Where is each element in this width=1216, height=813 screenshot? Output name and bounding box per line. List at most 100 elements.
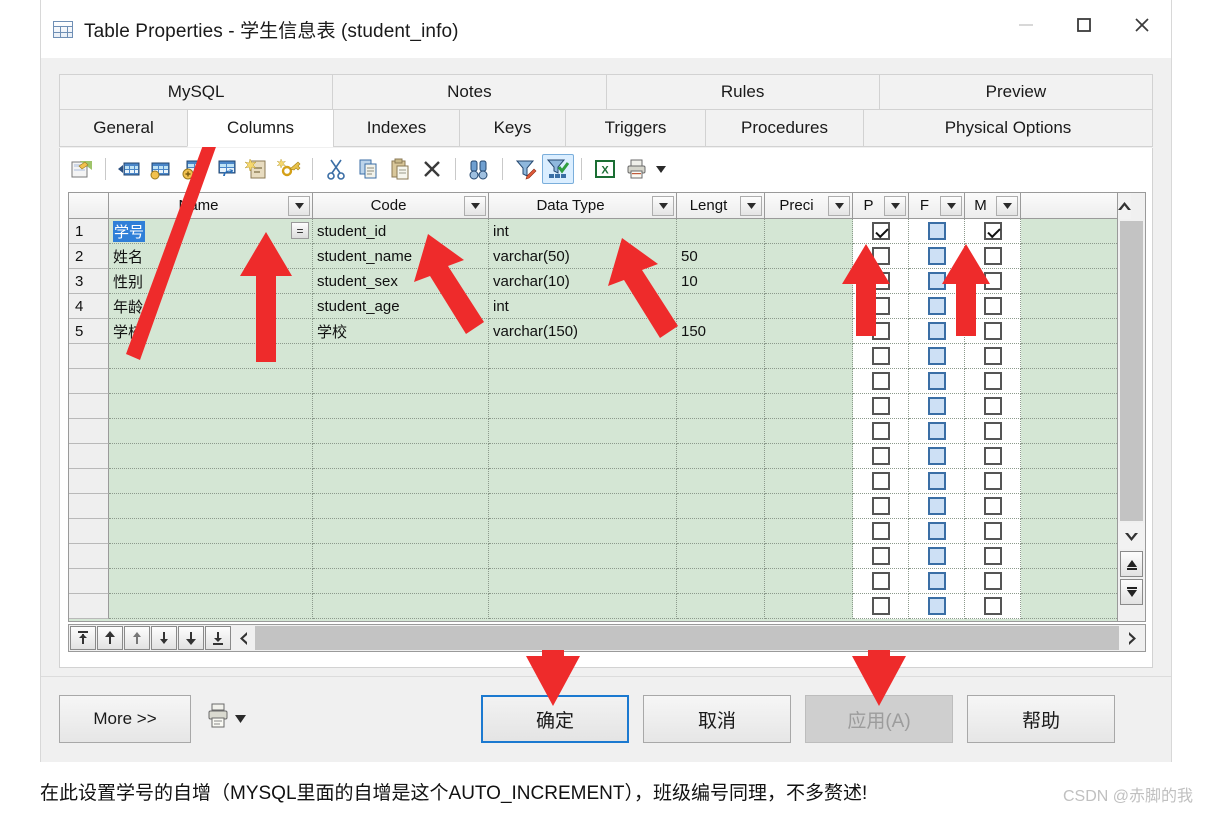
- cell-foreign[interactable]: [909, 519, 965, 544]
- cell-precision[interactable]: [765, 269, 853, 294]
- checkbox[interactable]: [983, 247, 1002, 265]
- cell-mandatory[interactable]: [965, 444, 1021, 469]
- checkbox-disabled[interactable]: [927, 297, 946, 315]
- cell-foreign[interactable]: [909, 294, 965, 319]
- tab-rules[interactable]: Rules: [605, 74, 879, 110]
- cell-foreign[interactable]: [909, 269, 965, 294]
- cell-name[interactable]: 姓名: [109, 244, 313, 269]
- cell-name[interactable]: [109, 519, 313, 544]
- edit-filter-icon[interactable]: [510, 154, 542, 184]
- copy-icon[interactable]: [352, 154, 384, 184]
- cell-foreign[interactable]: [909, 394, 965, 419]
- cell-data-type[interactable]: [489, 369, 677, 394]
- cell-data-type[interactable]: [489, 544, 677, 569]
- cell-data-type[interactable]: [489, 419, 677, 444]
- checkbox[interactable]: [983, 597, 1002, 615]
- checkbox[interactable]: [871, 497, 890, 515]
- cell-mandatory[interactable]: [965, 594, 1021, 619]
- cell-length[interactable]: [677, 494, 765, 519]
- cell-length[interactable]: [677, 444, 765, 469]
- cell-precision[interactable]: [765, 369, 853, 394]
- row-number[interactable]: 5: [69, 319, 109, 344]
- checkbox-disabled[interactable]: [927, 372, 946, 390]
- cell-mandatory[interactable]: [965, 319, 1021, 344]
- cell-length[interactable]: [677, 544, 765, 569]
- table-row[interactable]: [69, 494, 1145, 519]
- cell-primary[interactable]: [853, 419, 909, 444]
- checkbox-disabled[interactable]: [927, 497, 946, 515]
- cell-data-type[interactable]: [489, 594, 677, 619]
- cell-foreign[interactable]: [909, 344, 965, 369]
- cell-length[interactable]: [677, 419, 765, 444]
- paste-icon[interactable]: [384, 154, 416, 184]
- cell-precision[interactable]: [765, 444, 853, 469]
- cell-precision[interactable]: [765, 244, 853, 269]
- checkbox[interactable]: [983, 547, 1002, 565]
- row-number[interactable]: [69, 444, 109, 469]
- checkbox[interactable]: [983, 372, 1002, 390]
- row-number[interactable]: [69, 569, 109, 594]
- close-button[interactable]: [1113, 0, 1171, 50]
- chevron-down-icon[interactable]: [652, 195, 674, 216]
- new-key-icon[interactable]: [273, 154, 305, 184]
- checkbox-disabled[interactable]: [927, 422, 946, 440]
- replicate-table-icon[interactable]: [209, 154, 241, 184]
- table-row[interactable]: [69, 369, 1145, 394]
- cell-mandatory[interactable]: [965, 419, 1021, 444]
- cell-precision[interactable]: [765, 594, 853, 619]
- checkbox[interactable]: [983, 422, 1002, 440]
- checkbox-disabled[interactable]: [927, 347, 946, 365]
- cell-code[interactable]: 学校: [313, 319, 489, 344]
- grid-header-length[interactable]: Lengt: [677, 193, 765, 218]
- cell-mandatory[interactable]: [965, 469, 1021, 494]
- table-row[interactable]: 1 学号 = student_id int: [69, 219, 1145, 244]
- cell-name[interactable]: [109, 344, 313, 369]
- cell-code[interactable]: student_name: [313, 244, 489, 269]
- find-icon[interactable]: [463, 154, 495, 184]
- cell-code[interactable]: student_id: [313, 219, 489, 244]
- checkbox-disabled[interactable]: [927, 247, 946, 265]
- grid-header-name[interactable]: Name: [109, 193, 313, 218]
- row-number[interactable]: [69, 394, 109, 419]
- cell-data-type[interactable]: [489, 569, 677, 594]
- tab-notes[interactable]: Notes: [332, 74, 606, 110]
- cell-data-type[interactable]: varchar(10): [489, 269, 677, 294]
- cell-primary[interactable]: [853, 519, 909, 544]
- table-row[interactable]: 3 性别 student_sex varchar(10) 10: [69, 269, 1145, 294]
- row-number[interactable]: [69, 594, 109, 619]
- checkbox[interactable]: [871, 572, 890, 590]
- checkbox[interactable]: [871, 597, 890, 615]
- cell-code[interactable]: [313, 444, 489, 469]
- cell-name[interactable]: [109, 494, 313, 519]
- horizontal-scrollbar-thumb[interactable]: [255, 626, 1119, 650]
- checkbox-disabled[interactable]: [927, 447, 946, 465]
- cell-primary[interactable]: [853, 594, 909, 619]
- cell-precision[interactable]: [765, 419, 853, 444]
- cell-foreign[interactable]: [909, 244, 965, 269]
- cell-mandatory[interactable]: [965, 544, 1021, 569]
- cell-precision[interactable]: [765, 394, 853, 419]
- chevron-down-icon[interactable]: [464, 195, 486, 216]
- cell-mandatory[interactable]: [965, 369, 1021, 394]
- apply-button[interactable]: 应用(A): [805, 695, 953, 743]
- table-row[interactable]: [69, 569, 1145, 594]
- print-dropdown-arrow-icon[interactable]: [653, 154, 669, 184]
- checkbox-disabled[interactable]: [927, 472, 946, 490]
- cell-mandatory[interactable]: [965, 244, 1021, 269]
- cell-precision[interactable]: [765, 544, 853, 569]
- cell-name[interactable]: 性别: [109, 269, 313, 294]
- cell-primary[interactable]: [853, 344, 909, 369]
- cell-length[interactable]: [677, 294, 765, 319]
- help-button[interactable]: 帮助: [967, 695, 1115, 743]
- checkbox[interactable]: [871, 522, 890, 540]
- cell-precision[interactable]: [765, 319, 853, 344]
- cell-precision[interactable]: [765, 569, 853, 594]
- checkbox[interactable]: [871, 272, 890, 290]
- cell-length[interactable]: [677, 394, 765, 419]
- checkbox[interactable]: [983, 522, 1002, 540]
- table-row[interactable]: 2 姓名 student_name varchar(50) 50: [69, 244, 1145, 269]
- cell-foreign[interactable]: [909, 444, 965, 469]
- cell-primary[interactable]: [853, 444, 909, 469]
- cell-length[interactable]: [677, 344, 765, 369]
- checkbox[interactable]: [983, 297, 1002, 315]
